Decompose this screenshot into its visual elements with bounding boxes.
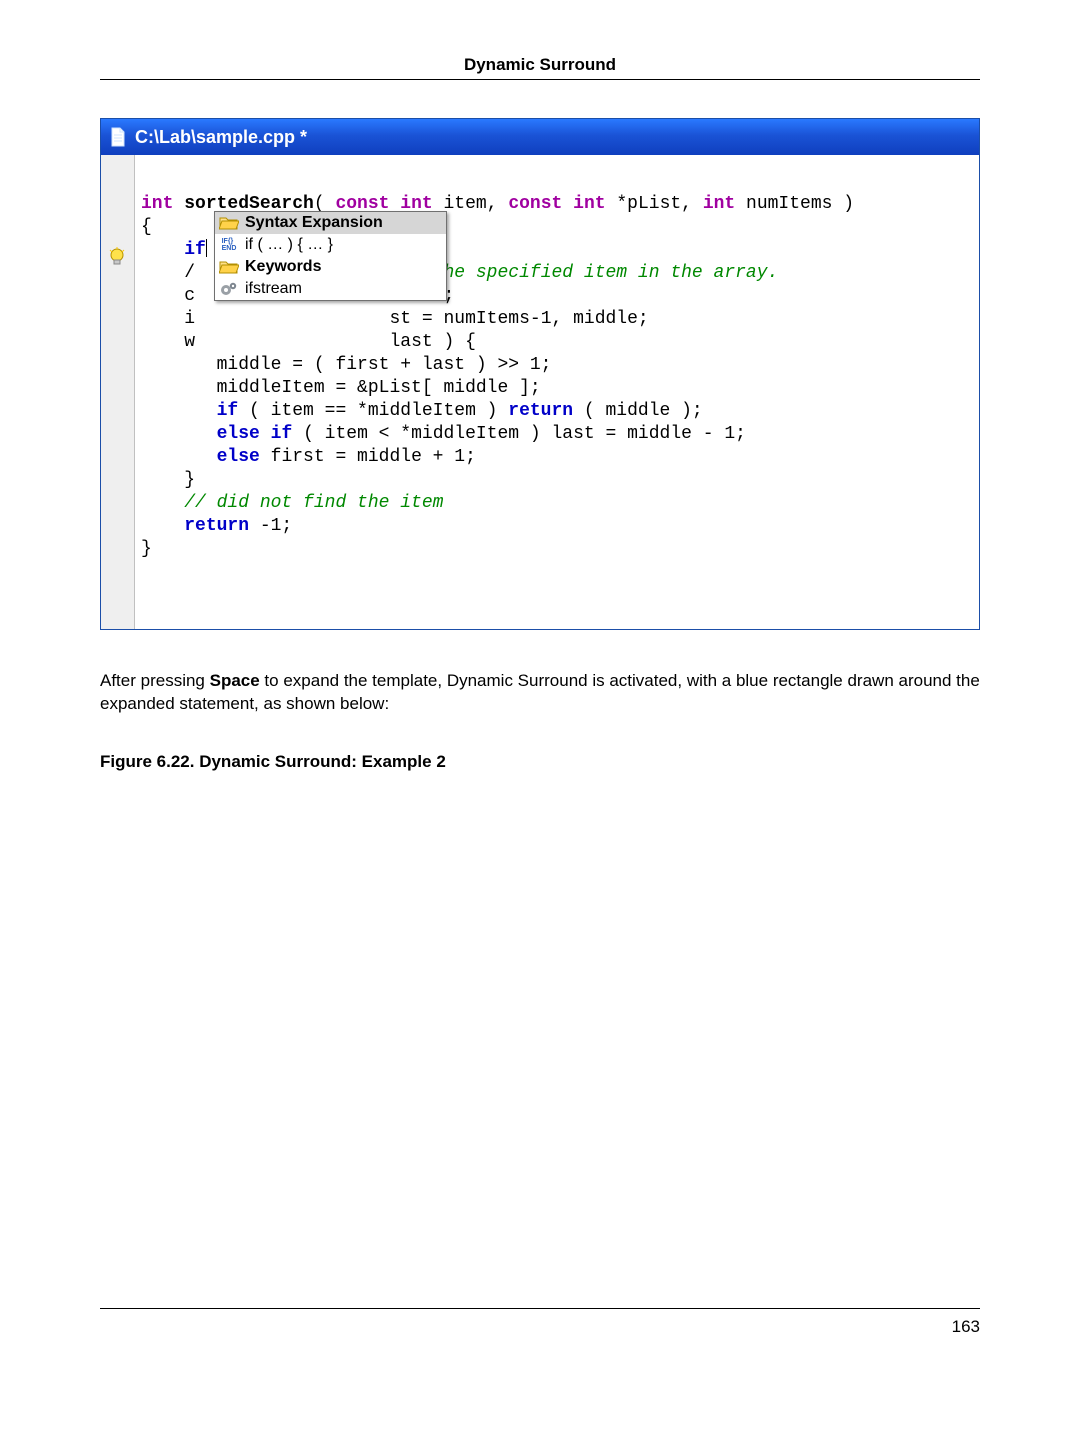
autocomplete-popup[interactable]: Syntax Expansion IF{}END if ( … ) { … } …: [214, 211, 447, 301]
brace: {: [141, 217, 152, 237]
code-frag: ( item == *middleItem ): [238, 401, 508, 421]
editor-window: C:\Lab\sample.cpp * int sortedSearch( co…: [100, 118, 980, 630]
lightbulb-icon: [108, 247, 126, 269]
figure-caption: Figure 6.22. Dynamic Surround: Example 2: [100, 752, 980, 772]
param: *pList,: [616, 194, 692, 214]
popup-item-ifstream[interactable]: ifstream: [215, 278, 446, 300]
kw-int: int: [703, 194, 735, 214]
code-frag: st = numItems-1, middle;: [389, 309, 648, 329]
code-frag: last ) {: [389, 332, 475, 352]
footer-rule: [100, 1308, 980, 1309]
code-frag: first = middle + 1;: [260, 447, 476, 467]
comment: for the specified item in the array.: [389, 263, 778, 283]
code-line: middle = ( first + last ) >> 1;: [217, 355, 552, 375]
page-number: 163: [952, 1317, 980, 1337]
param: item,: [444, 194, 498, 214]
kw-int: int: [141, 194, 173, 214]
code-frag: ( item < *middleItem ) last = middle - 1…: [292, 424, 746, 444]
code-frag: ( middle );: [573, 401, 703, 421]
para-bold: Space: [210, 671, 260, 690]
header-rule: [100, 79, 980, 80]
popup-item-if-template[interactable]: IF{}END if ( … ) { … }: [215, 234, 446, 256]
para-pre: After pressing: [100, 671, 210, 690]
kw-return: return: [508, 401, 573, 421]
param: numItems ): [746, 194, 854, 214]
code-frag: -1;: [249, 516, 292, 536]
popup-item-keywords[interactable]: Keywords: [215, 256, 446, 278]
popup-item-label: ifstream: [245, 280, 302, 298]
block-icon: IF{}END: [219, 236, 239, 254]
code-frag: w: [184, 332, 195, 352]
kw-if: if: [217, 401, 239, 421]
brace: }: [141, 539, 152, 559]
code-line: middleItem = &pList[ middle ];: [217, 378, 541, 398]
kw-int: int: [573, 194, 605, 214]
kw-const: const: [508, 194, 562, 214]
popup-item-label: Keywords: [245, 258, 321, 276]
comment: // did not find the item: [184, 493, 443, 513]
code-frag: c: [184, 286, 195, 306]
kw-if: if: [184, 240, 206, 260]
popup-item-syntax-expansion[interactable]: Syntax Expansion: [215, 212, 446, 234]
page-header: Dynamic Surround: [100, 55, 980, 75]
gears-icon: [219, 280, 239, 298]
editor-gutter: [101, 155, 135, 629]
kw-if: if: [271, 424, 293, 444]
window-title: C:\Lab\sample.cpp *: [135, 127, 307, 148]
popup-item-label: if ( … ) { … }: [245, 236, 333, 254]
kw-else: else: [217, 447, 260, 467]
body-paragraph: After pressing Space to expand the templ…: [100, 670, 980, 716]
code-frag: i: [184, 309, 195, 329]
text-cursor: [206, 239, 207, 257]
popup-item-label: Syntax Expansion: [245, 214, 383, 232]
code-frag: /: [184, 263, 195, 283]
folder-open-icon: [219, 214, 239, 232]
folder-open-icon: [219, 258, 239, 276]
window-titlebar[interactable]: C:\Lab\sample.cpp *: [101, 119, 979, 155]
document-icon: [109, 126, 127, 148]
brace: }: [184, 470, 195, 490]
kw-return: return: [184, 516, 249, 536]
kw-else: else: [217, 424, 260, 444]
